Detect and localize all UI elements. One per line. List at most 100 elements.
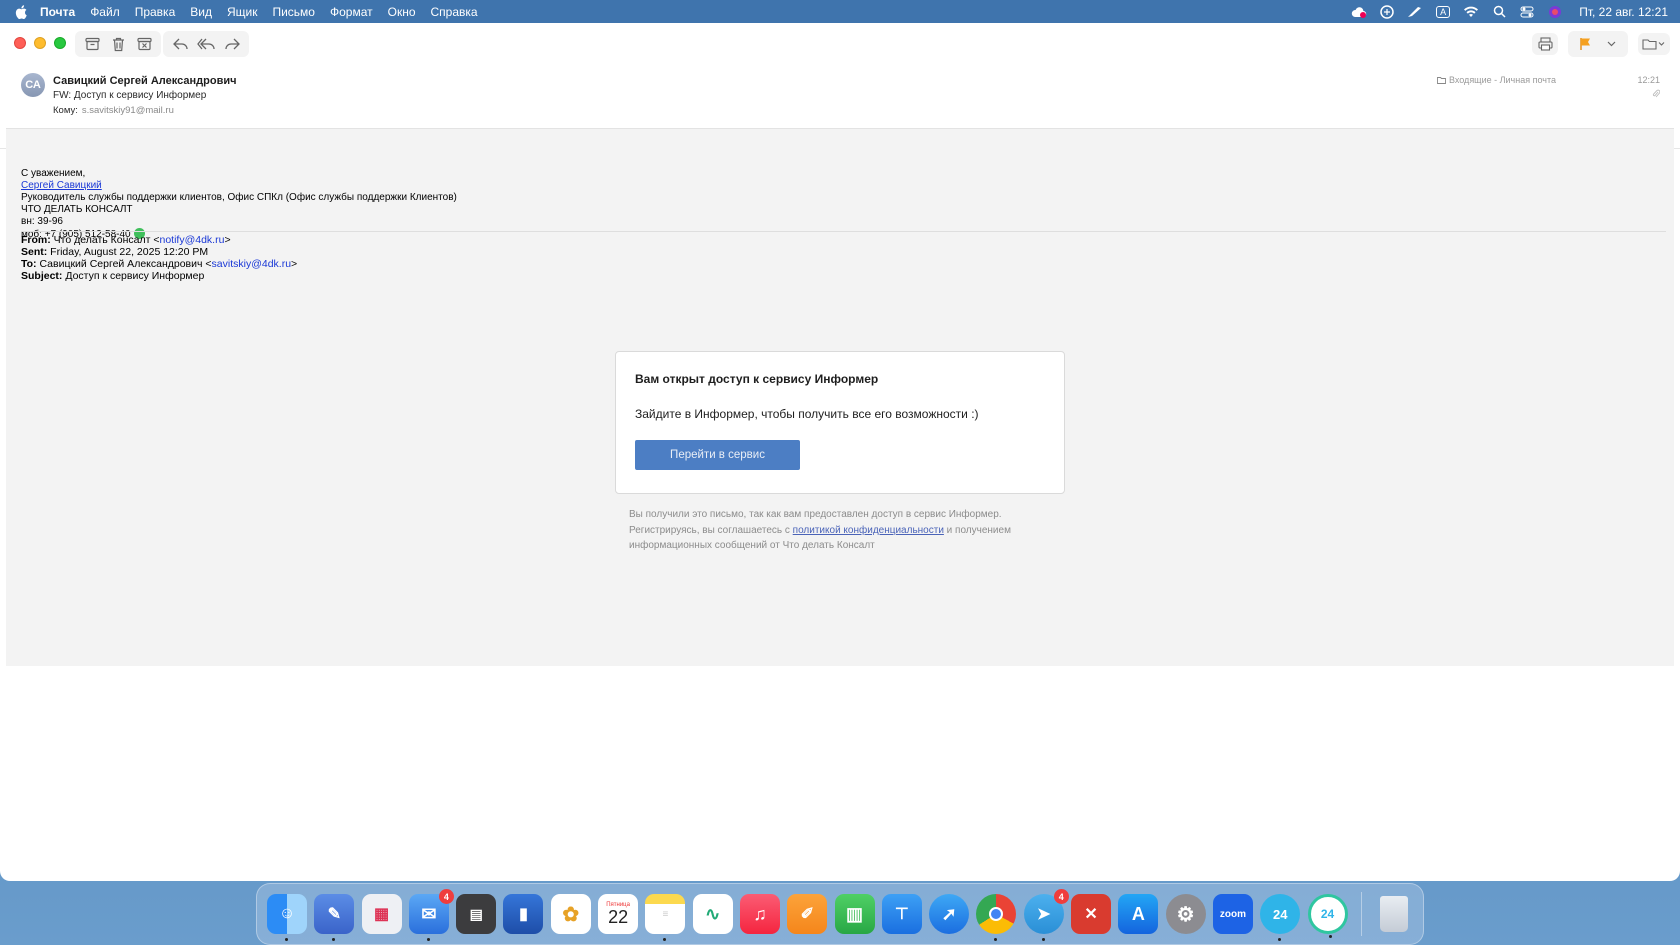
folder-icon xyxy=(1642,39,1665,50)
dock-launchpad[interactable]: ▦ xyxy=(361,894,402,934)
forward-button[interactable] xyxy=(221,33,243,55)
dock-keynote[interactable]: ⊤ xyxy=(881,894,922,934)
mailbox-name: Входящие - Личная почта xyxy=(1448,75,1556,85)
flag-button[interactable] xyxy=(1574,33,1596,55)
reply-icon xyxy=(172,38,188,50)
close-window-button[interactable] xyxy=(14,37,26,49)
dock-trash[interactable] xyxy=(1374,894,1414,934)
reply-all-button[interactable] xyxy=(195,33,217,55)
dock-app-6[interactable]: ▮ xyxy=(503,894,544,934)
signature-position: Руководитель службы поддержки клиентов, … xyxy=(21,192,457,203)
dock-notes[interactable]: ≡ xyxy=(645,894,686,941)
cloud-status-icon[interactable] xyxy=(1351,4,1367,20)
notes-icon: ≡ xyxy=(662,908,669,920)
dock-photos[interactable]: ✿ xyxy=(550,894,591,934)
dock-system-settings[interactable]: ⚙ xyxy=(1165,894,1206,934)
move-to-folder-button[interactable] xyxy=(1638,33,1670,55)
envelope-icon: ✉ xyxy=(421,903,437,924)
menu-format[interactable]: Формат xyxy=(330,5,373,19)
dock-zoom[interactable]: zoom xyxy=(1212,894,1253,934)
input-source-icon[interactable]: A xyxy=(1435,4,1451,20)
footnote: Вы получили это письмо, так как вам пред… xyxy=(629,507,1059,554)
pen-icon: ✎ xyxy=(327,906,341,923)
go-to-service-button[interactable]: Перейти в сервис xyxy=(635,440,800,470)
avatar: СА xyxy=(21,73,45,97)
wifi-icon[interactable] xyxy=(1463,4,1479,20)
launchpad-icon: ▦ xyxy=(374,906,390,923)
dock-safari[interactable]: ➚ xyxy=(929,894,970,934)
dock-remote-app[interactable]: ✕ xyxy=(1071,894,1112,934)
remote-icon: ✕ xyxy=(1084,906,1098,923)
fwd-subject-value: Доступ к сервису Информер xyxy=(62,270,205,282)
dock-calculator[interactable]: ▤ xyxy=(456,894,497,934)
signature-company: ЧТО ДЕЛАТЬ КОНСАЛТ xyxy=(21,204,133,215)
pen-icon[interactable] xyxy=(1407,4,1423,20)
dock-bitrix24-alt[interactable]: 24 xyxy=(1307,894,1348,938)
menubar-clock[interactable]: Пт, 22 авг. 12:21 xyxy=(1579,5,1668,19)
flag-group xyxy=(1568,31,1628,57)
informer-card: Вам открыт доступ к сервису Информер Зай… xyxy=(615,351,1065,494)
dock-app-store[interactable]: A xyxy=(1118,894,1159,934)
delete-button[interactable] xyxy=(107,33,129,55)
recipient-line: Кому: s.savitskiy91@mail.ru xyxy=(53,105,174,116)
folder-icon xyxy=(1437,76,1446,84)
numbers-icon: ▥ xyxy=(846,903,864,924)
reply-button[interactable] xyxy=(169,33,191,55)
paper-plane-icon: ➤ xyxy=(1037,906,1051,923)
finder-icon: ☺ xyxy=(278,905,296,922)
dock-finder[interactable]: ☺ xyxy=(267,894,307,941)
fwd-sent-label: Sent: xyxy=(21,246,48,258)
print-button[interactable] xyxy=(1532,33,1558,55)
dock-numbers[interactable]: ▥ xyxy=(834,894,875,934)
sender-name[interactable]: Савицкий Сергей Александрович xyxy=(53,75,236,87)
dock-chrome[interactable] xyxy=(976,894,1017,941)
fwd-to-email-link[interactable]: savitskiy@4dk.ru xyxy=(212,258,292,270)
siri-icon[interactable] xyxy=(1547,4,1563,20)
zoom-window-button[interactable] xyxy=(54,37,66,49)
recipient-address[interactable]: s.savitskiy91@mail.ru xyxy=(82,105,174,116)
menu-bar: Почта Файл Правка Вид Ящик Письмо Формат… xyxy=(0,0,1680,23)
mailbox-info[interactable]: Входящие - Личная почта xyxy=(1437,75,1556,85)
archive-button[interactable] xyxy=(81,33,103,55)
menu-app-mail[interactable]: Почта xyxy=(40,5,75,19)
minimize-window-button[interactable] xyxy=(34,37,46,49)
forwarded-header: From: Что делать Консалт <notify@4dk.ru>… xyxy=(21,234,297,282)
compass-icon: ➚ xyxy=(941,903,957,924)
apple-icon[interactable] xyxy=(14,4,28,19)
junk-icon xyxy=(136,37,152,51)
privacy-policy-link[interactable]: политикой конфиденциальности xyxy=(793,525,944,536)
dock-calendar[interactable]: Пятница 22 xyxy=(598,894,639,934)
menu-window[interactable]: Окно xyxy=(388,5,416,19)
reply-group xyxy=(163,31,249,57)
signature-name-link[interactable]: Сергей Савицкий xyxy=(21,180,102,191)
control-center-icon[interactable] xyxy=(1519,4,1535,20)
trash-icon xyxy=(1379,896,1408,932)
divider xyxy=(21,231,1666,232)
to-label: Кому: xyxy=(53,105,78,116)
flag-dropdown-button[interactable] xyxy=(1600,33,1622,55)
gear-icon: ⚙ xyxy=(1176,903,1195,926)
dock-music[interactable]: ♫ xyxy=(739,894,780,934)
dock-freeform[interactable]: ∿ xyxy=(692,894,733,934)
search-icon[interactable] xyxy=(1491,4,1507,20)
menu-file[interactable]: Файл xyxy=(90,5,120,19)
dock-bitrix24[interactable]: 24 xyxy=(1260,894,1301,941)
reply-all-icon xyxy=(197,38,215,50)
trash-icon xyxy=(112,37,124,51)
dock-pages[interactable]: ✐ xyxy=(787,894,828,934)
calendar-day: 22 xyxy=(608,907,629,927)
calculator-icon: ▤ xyxy=(469,905,483,922)
menu-mailbox[interactable]: Ящик xyxy=(227,5,258,19)
vpn-icon[interactable] xyxy=(1379,4,1395,20)
dock-telegram[interactable]: ➤ 4 xyxy=(1023,889,1069,941)
junk-button[interactable] xyxy=(133,33,155,55)
signature-extension: вн: 39-96 xyxy=(21,216,63,227)
fwd-from-email-link[interactable]: notify@4dk.ru xyxy=(160,234,225,246)
menu-view[interactable]: Вид xyxy=(190,5,212,19)
music-icon: ♫ xyxy=(753,903,767,924)
menu-edit[interactable]: Правка xyxy=(135,5,176,19)
menu-help[interactable]: Справка xyxy=(431,5,478,19)
menu-message[interactable]: Письмо xyxy=(272,5,315,19)
dock-mail[interactable]: ✉ 4 xyxy=(408,889,454,941)
dock-app-2[interactable]: ✎ xyxy=(314,894,355,941)
